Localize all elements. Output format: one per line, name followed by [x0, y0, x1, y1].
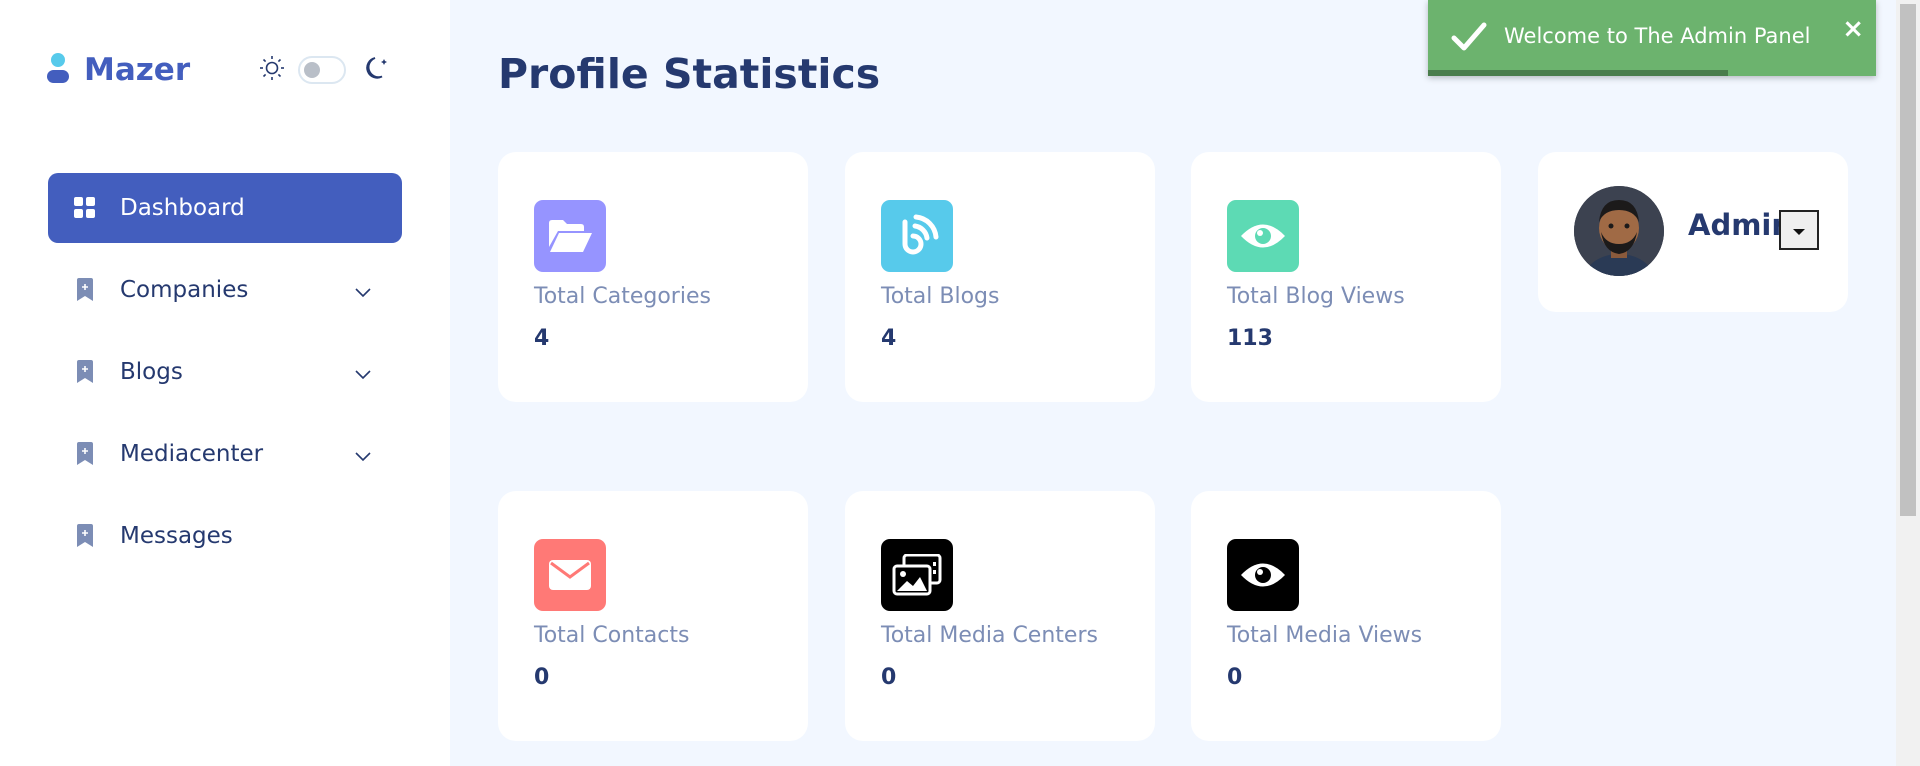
stat-card-media-centers: Total Media Centers 0 [845, 491, 1155, 741]
profile-name: Admin [1688, 208, 1793, 242]
sun-icon [258, 54, 286, 86]
dark-mode-switch[interactable] [298, 56, 346, 84]
stat-label: Total Categories [534, 284, 711, 309]
scrollbar-thumb[interactable] [1900, 4, 1916, 516]
eye-icon [1227, 539, 1299, 611]
sidebar-item-label: Messages [120, 523, 233, 549]
images-icon [881, 539, 953, 611]
chevron-down-icon [354, 443, 372, 469]
stat-label: Total Blog Views [1227, 284, 1405, 309]
stat-label: Total Media Centers [881, 623, 1098, 648]
brand-name: Mazer [84, 52, 191, 88]
close-icon[interactable]: × [1842, 14, 1864, 44]
stat-label: Total Contacts [534, 623, 690, 648]
page-title: Profile Statistics [498, 50, 881, 98]
stat-value: 4 [881, 326, 897, 351]
envelope-icon [534, 539, 606, 611]
sidebar-item-label: Dashboard [120, 195, 245, 221]
toast-message: Welcome to The Admin Panel [1504, 24, 1811, 48]
stat-value: 0 [534, 665, 550, 690]
stat-card-blogs: Total Blogs 4 [845, 152, 1155, 402]
scrollbar[interactable] [1896, 0, 1920, 766]
stat-card-blog-views: Total Blog Views 113 [1191, 152, 1501, 402]
avatar[interactable] [1574, 186, 1664, 276]
profile-card: Admin [1538, 152, 1848, 312]
sidebar: Mazer Dashboard Companies Blogs Mediacen… [0, 0, 450, 766]
stat-card-categories: Total Categories 4 [498, 152, 808, 402]
bookmark-plus-icon [74, 360, 96, 384]
sidebar-item-label: Companies [120, 277, 249, 303]
stat-card-contacts: Total Contacts 0 [498, 491, 808, 741]
rss-icon [881, 200, 953, 272]
sidebar-item-blogs[interactable]: Blogs [48, 337, 402, 407]
sidebar-item-companies[interactable]: Companies [48, 255, 402, 325]
stat-card-media-views: Total Media Views 0 [1191, 491, 1501, 741]
sidebar-item-label: Mediacenter [120, 441, 264, 467]
stat-label: Total Media Views [1227, 623, 1423, 648]
toast-notification: Welcome to The Admin Panel × [1428, 0, 1876, 76]
user-icon [46, 52, 70, 88]
sidebar-item-label: Blogs [120, 359, 183, 385]
stat-value: 4 [534, 326, 550, 351]
sidebar-item-messages[interactable]: Messages [48, 501, 402, 571]
eye-icon [1227, 200, 1299, 272]
switch-knob [304, 62, 320, 78]
folder-open-icon [534, 200, 606, 272]
stat-value: 0 [1227, 665, 1243, 690]
caret-down-icon [1792, 221, 1806, 240]
bookmark-plus-icon [74, 524, 96, 548]
bookmark-plus-icon [74, 278, 96, 302]
sidebar-item-dashboard[interactable]: Dashboard [48, 173, 402, 243]
toast-progress-bar [1428, 70, 1729, 76]
stat-label: Total Blogs [881, 284, 1000, 309]
brand[interactable]: Mazer [46, 52, 190, 88]
moon-icon [364, 54, 392, 86]
sidebar-item-mediacenter[interactable]: Mediacenter [48, 419, 402, 489]
theme-toggle [258, 54, 392, 86]
chevron-down-icon [354, 279, 372, 305]
checkmark-icon [1450, 20, 1488, 58]
grid-icon [74, 196, 96, 220]
stat-value: 113 [1227, 326, 1273, 351]
stat-value: 0 [881, 665, 897, 690]
bookmark-plus-icon [74, 442, 96, 466]
sidebar-menu: Dashboard Companies Blogs Mediacenter Me… [48, 173, 402, 583]
profile-dropdown-button[interactable] [1779, 210, 1819, 250]
chevron-down-icon [354, 361, 372, 387]
